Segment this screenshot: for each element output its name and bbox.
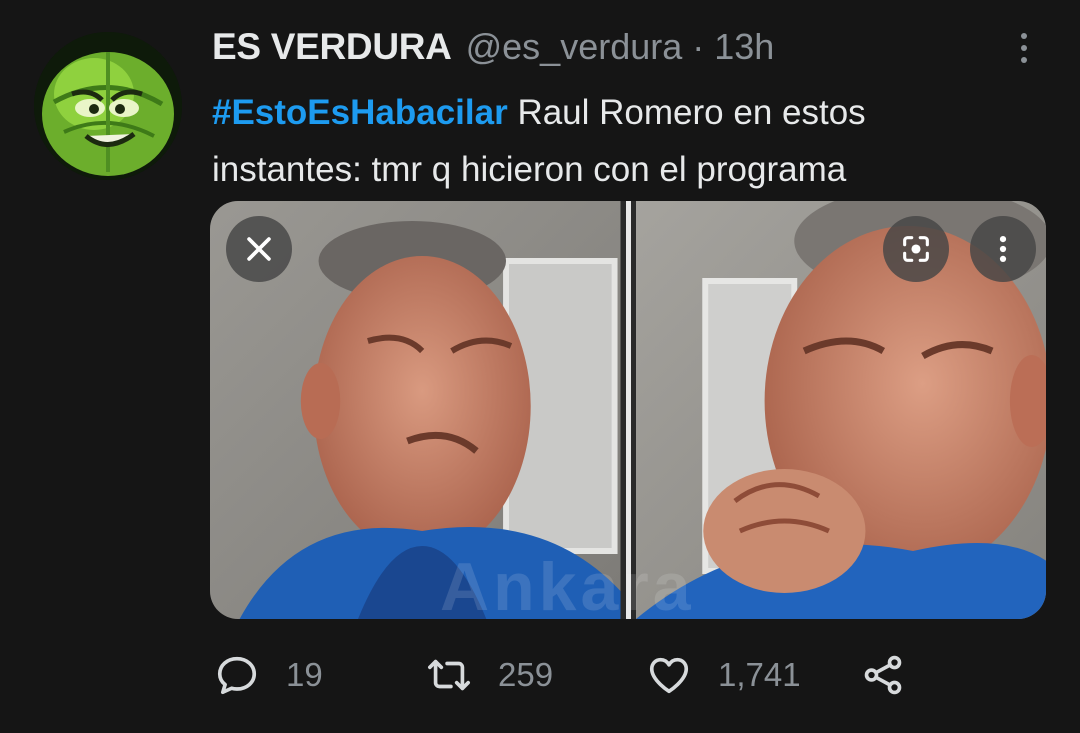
separator-dot: · <box>692 26 705 67</box>
tweet-actions: 19 259 1,741 <box>214 650 974 700</box>
avatar-image <box>34 32 182 180</box>
retweet-button[interactable]: 259 <box>426 650 553 700</box>
more-options-button[interactable] <box>1006 28 1042 68</box>
tweet-text: #EstoEsHabacilar Raul Romero en estos in… <box>212 84 1012 198</box>
timestamp[interactable]: 13h <box>714 26 774 68</box>
lens-button[interactable] <box>883 216 949 282</box>
tweet: ES VERDURA @es_verdura · 13h #EstoEsHaba… <box>0 0 1080 733</box>
like-button[interactable]: 1,741 <box>646 650 801 700</box>
heart-icon <box>649 657 689 694</box>
user-handle[interactable]: @es_verdura <box>466 26 683 68</box>
reply-icon <box>217 656 257 695</box>
avatar[interactable] <box>34 32 182 180</box>
retweet-count: 259 <box>498 656 554 693</box>
lens-icon <box>903 236 929 262</box>
hashtag-link[interactable]: #EstoEsHabacilar <box>212 93 508 132</box>
media-more-button[interactable] <box>970 216 1036 282</box>
close-icon <box>247 237 271 261</box>
tweet-header: ES VERDURA @es_verdura · 13h <box>212 26 774 72</box>
close-media-button[interactable] <box>226 216 292 282</box>
reply-count: 19 <box>286 656 323 693</box>
media-watermark: Ankara <box>440 549 695 625</box>
share-icon <box>864 655 902 695</box>
reply-button[interactable]: 19 <box>214 650 323 700</box>
more-vertical-icon <box>999 235 1007 263</box>
more-vertical-icon <box>1021 33 1027 39</box>
display-name[interactable]: ES VERDURA <box>212 26 452 68</box>
retweet-icon <box>428 659 470 691</box>
like-count: 1,741 <box>718 656 801 693</box>
share-button[interactable] <box>860 650 906 700</box>
